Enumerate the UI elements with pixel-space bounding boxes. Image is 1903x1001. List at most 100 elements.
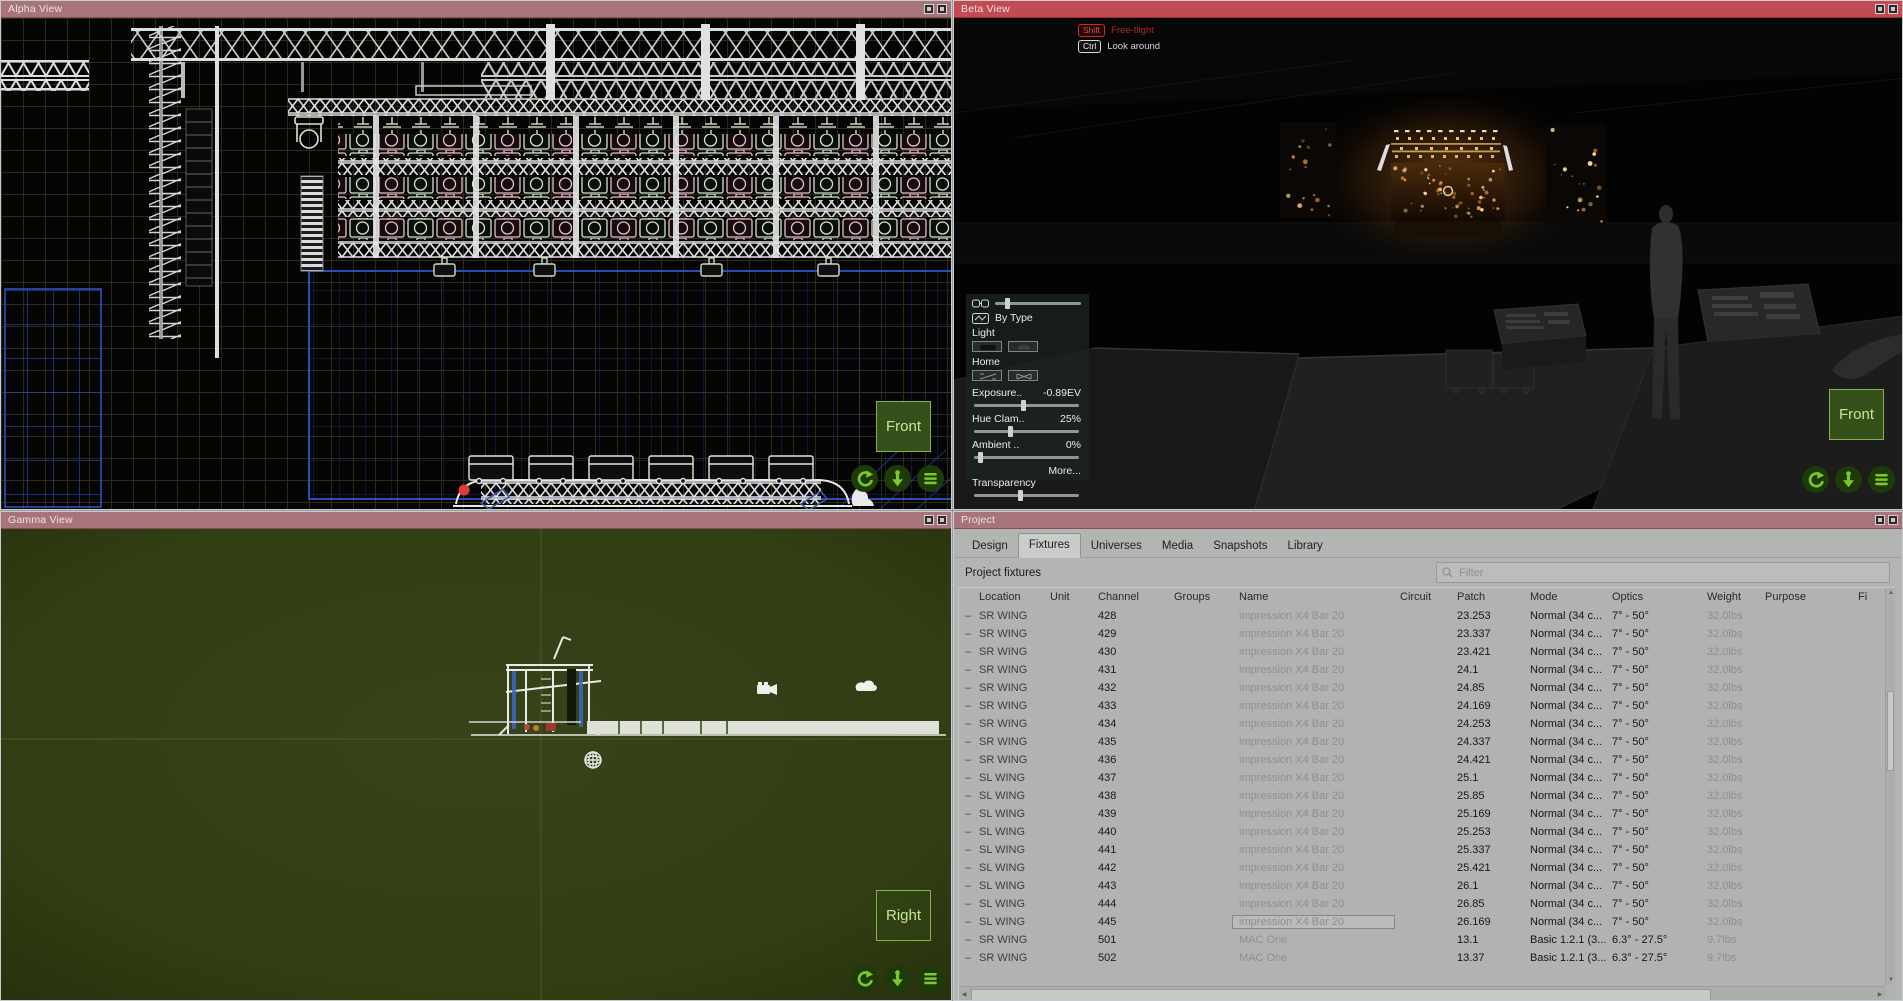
alpha-titlebar[interactable]: Alpha View: [1, 1, 951, 18]
gamma-orientation-badge[interactable]: Right: [876, 890, 931, 941]
column-header[interactable]: Location: [973, 591, 1044, 603]
maximize-icon[interactable]: [1875, 4, 1885, 14]
cell-weight: 32.0lbs: [1701, 898, 1759, 910]
ambient-slider[interactable]: [974, 456, 1079, 459]
view-menu-icon[interactable]: [1868, 466, 1895, 493]
table-row[interactable]: –SL WING442impression X4 Bar 2025.421Nor…: [959, 859, 1885, 877]
close-icon[interactable]: [937, 4, 947, 14]
scroll-right-icon[interactable]: ▶: [1875, 990, 1885, 1000]
view-menu-icon[interactable]: [917, 965, 944, 992]
maximize-icon[interactable]: [924, 515, 934, 525]
alpha-orientation-badge[interactable]: Front: [876, 401, 931, 452]
tab-snapshots[interactable]: Snapshots: [1203, 536, 1277, 558]
close-icon[interactable]: [937, 515, 947, 525]
orbit-icon[interactable]: [851, 965, 878, 992]
table-row[interactable]: –SR WING436impression X4 Bar 2024.421Nor…: [959, 751, 1885, 769]
maximize-icon[interactable]: [924, 4, 934, 14]
table-row[interactable]: –SR WING501MAC One13.1Basic 1.2.1 (3...6…: [959, 931, 1885, 949]
table-row[interactable]: –SL WING439impression X4 Bar 2025.169Nor…: [959, 805, 1885, 823]
table-row[interactable]: –SR WING434impression X4 Bar 2024.253Nor…: [959, 715, 1885, 733]
scroll-left-icon[interactable]: ◀: [959, 990, 969, 1000]
close-icon[interactable]: [1888, 515, 1898, 525]
scroll-down-icon[interactable]: ▼: [1886, 975, 1896, 985]
cell-weight: 32.0lbs: [1701, 736, 1759, 748]
table-row[interactable]: –SL WING445impression X4 Bar 2026.169Nor…: [959, 913, 1885, 931]
exposure-slider[interactable]: [974, 404, 1079, 407]
tab-library[interactable]: Library: [1278, 536, 1333, 558]
orbit-icon[interactable]: [1802, 466, 1829, 493]
sort-indicator: ˆ: [1118, 591, 1121, 594]
vertical-scrollbar[interactable]: ▲ ▼: [1885, 588, 1895, 985]
cell-mode: Normal (34 c...: [1524, 682, 1606, 694]
horizontal-scrollbar[interactable]: ◀ ▶: [959, 986, 1885, 1001]
table-row[interactable]: –SL WING437impression X4 Bar 2025.1Norma…: [959, 769, 1885, 787]
filter-box[interactable]: [1436, 562, 1890, 583]
column-header[interactable]: Patch: [1451, 591, 1524, 603]
scroll-up-icon[interactable]: ▲: [1886, 588, 1896, 598]
orbit-icon[interactable]: [851, 465, 878, 492]
table-row[interactable]: –SR WING433impression X4 Bar 2024.169Nor…: [959, 697, 1885, 715]
by-type-label[interactable]: By Type: [995, 312, 1033, 324]
column-header[interactable]: Weight: [1701, 591, 1759, 603]
column-header[interactable]: Fi: [1852, 591, 1886, 603]
filter-input[interactable]: [1457, 566, 1884, 580]
light-beam-toggle[interactable]: [972, 341, 1002, 352]
table-row[interactable]: –SL WING441impression X4 Bar 2025.337Nor…: [959, 841, 1885, 859]
cell-optics: 7° - 50°: [1606, 736, 1701, 748]
table-row[interactable]: –SR WING435impression X4 Bar 2024.337Nor…: [959, 733, 1885, 751]
tab-universes[interactable]: Universes: [1081, 536, 1152, 558]
table-row[interactable]: –SR WING430impression X4 Bar 2023.421Nor…: [959, 643, 1885, 661]
column-header[interactable]: Circuit: [1394, 591, 1451, 603]
cell-mode: Normal (34 c...: [1524, 844, 1606, 856]
transparency-slider[interactable]: [974, 494, 1079, 497]
column-header[interactable]: Purpose: [1759, 591, 1852, 603]
vertical-scroll-thumb[interactable]: [1887, 691, 1894, 770]
table-row[interactable]: –SL WING444impression X4 Bar 2026.85Norm…: [959, 895, 1885, 913]
table-row[interactable]: –SR WING428impression X4 Bar 2023.253Nor…: [959, 607, 1885, 625]
alpha-view-buttons: [851, 465, 944, 492]
horizontal-scroll-thumb[interactable]: [971, 989, 1711, 1001]
project-titlebar[interactable]: Project: [954, 512, 1902, 529]
transparency-label: Transparency: [972, 477, 1081, 489]
tab-media[interactable]: Media: [1152, 536, 1203, 558]
view-menu-icon[interactable]: [917, 465, 944, 492]
table-row[interactable]: –SL WING443impression X4 Bar 2026.1Norma…: [959, 877, 1885, 895]
table-row[interactable]: –SR WING432impression X4 Bar 2024.85Norm…: [959, 679, 1885, 697]
column-header[interactable]: Unit: [1044, 591, 1092, 603]
column-header[interactable]: Channelˆ: [1092, 591, 1168, 603]
drop-camera-icon[interactable]: [884, 465, 911, 492]
tab-fixtures[interactable]: Fixtures: [1018, 533, 1081, 558]
cell-patch: 25.253: [1451, 826, 1524, 838]
panel-top-slider[interactable]: [995, 302, 1081, 305]
column-header[interactable]: Groups: [1168, 591, 1233, 603]
beta-orientation-badge[interactable]: Front: [1829, 389, 1884, 440]
more-link[interactable]: More...: [1048, 465, 1081, 477]
beta-titlebar[interactable]: Beta View: [954, 1, 1902, 18]
table-row[interactable]: –SR WING431impression X4 Bar 2024.1Norma…: [959, 661, 1885, 679]
gamma-titlebar[interactable]: Gamma View: [1, 512, 951, 529]
tab-design[interactable]: Design: [962, 536, 1018, 558]
cell-loc: SR WING: [973, 682, 1044, 694]
drop-camera-icon[interactable]: [1835, 466, 1862, 493]
hue-clamp-slider[interactable]: [974, 430, 1079, 433]
home-pan-toggle[interactable]: [972, 370, 1002, 381]
table-row[interactable]: –SR WING502MAC One13.37Basic 1.2.1 (3...…: [959, 949, 1885, 967]
drop-camera-icon[interactable]: [884, 965, 911, 992]
maximize-icon[interactable]: [1875, 515, 1885, 525]
cell-patch: 23.337: [1451, 628, 1524, 640]
column-header[interactable]: Mode: [1524, 591, 1606, 603]
close-icon[interactable]: [1888, 4, 1898, 14]
column-header[interactable]: Optics: [1606, 591, 1701, 603]
fixtures-table-header[interactable]: LocationUnitChannelˆGroupsNameCircuitPat…: [959, 588, 1895, 606]
cell-chan: 431: [1092, 664, 1168, 676]
table-row[interactable]: –SL WING440impression X4 Bar 2025.253Nor…: [959, 823, 1885, 841]
home-tilt-toggle[interactable]: [1008, 370, 1038, 381]
column-header[interactable]: Name: [1233, 591, 1394, 603]
light-halo-toggle[interactable]: [1008, 341, 1038, 352]
cell-mode: Normal (34 c...: [1524, 754, 1606, 766]
cell-weight: 32.0lbs: [1701, 610, 1759, 622]
table-row[interactable]: –SR WING429impression X4 Bar 2023.337Nor…: [959, 625, 1885, 643]
table-row[interactable]: –SL WING438impression X4 Bar 2025.85Norm…: [959, 787, 1885, 805]
cell-mode: Normal (34 c...: [1524, 790, 1606, 802]
red-marker-dot: [459, 485, 470, 496]
